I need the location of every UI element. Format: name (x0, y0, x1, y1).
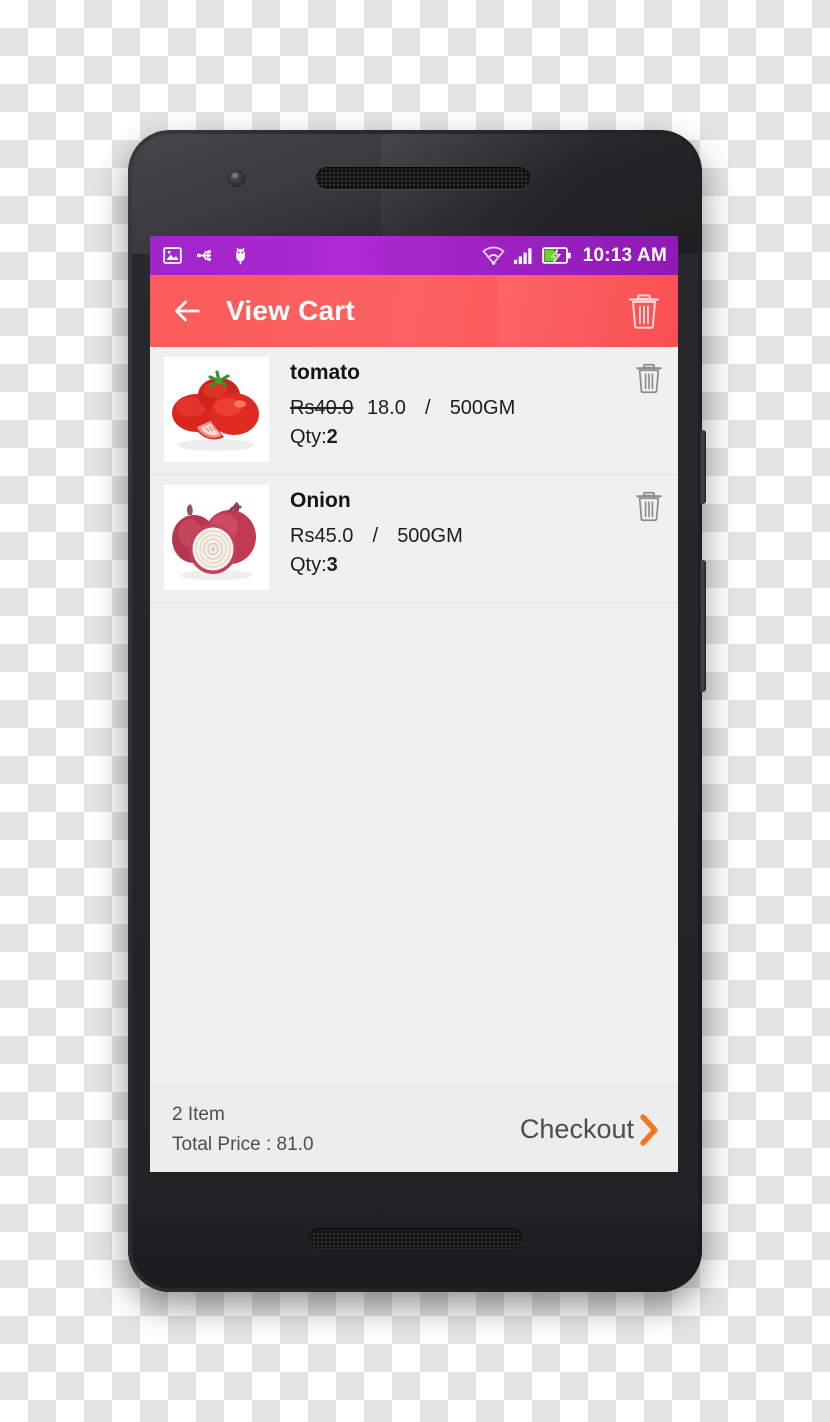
status-bar-clock: 10:13 AM (582, 244, 667, 266)
product-name: tomato (290, 361, 360, 384)
product-quantity: Qty:3 (290, 554, 666, 577)
wifi-icon (481, 246, 505, 265)
cart-item-list: tomato Rs40.0 18.0 / 500GM Qty:2 Onion R… (150, 347, 678, 603)
product-price: Rs45.0 / 500GM (290, 525, 666, 548)
image-icon (163, 247, 182, 264)
cart-summary: 2 Item Total Price : 81.0 (172, 1100, 314, 1159)
usb-icon (196, 250, 212, 262)
qty-label: Qty: (290, 554, 327, 577)
product-new-price: Rs45.0 (290, 525, 354, 548)
product-quantity: Qty:2 (290, 426, 666, 449)
checkout-button[interactable]: Checkout (520, 1113, 662, 1147)
price-separator: / (372, 525, 379, 548)
delete-item-trash-icon[interactable] (634, 361, 664, 395)
onion-image (164, 485, 269, 590)
product-thumbnail (164, 485, 269, 590)
qty-value: 2 (326, 426, 338, 449)
checkout-bar: 2 Item Total Price : 81.0 Checkout (150, 1086, 678, 1172)
delete-item-trash-icon[interactable] (634, 489, 664, 523)
total-price: Total Price : 81.0 (172, 1133, 314, 1155)
phone-screen: 10:13 AM View Cart tomato Rs40.0 18.0 / … (150, 236, 678, 1172)
status-bar-right-icons: 10:13 AM (481, 244, 667, 267)
battery-charging-icon (541, 247, 571, 264)
item-count: 2 Item (172, 1104, 225, 1126)
product-old-price: Rs40.0 (290, 397, 354, 420)
front-camera-icon (228, 170, 245, 187)
tomato-image (164, 357, 269, 462)
status-bar: 10:13 AM (150, 236, 678, 275)
earpiece-speaker-grille (316, 167, 530, 189)
qty-value: 3 (326, 554, 338, 577)
bottom-speaker-grille (308, 1228, 522, 1248)
volume-button[interactable] (700, 560, 706, 692)
android-debug-icon (236, 248, 245, 265)
power-button[interactable] (700, 430, 706, 504)
status-bar-left-icons (162, 245, 251, 266)
product-new-price: 18.0 (366, 397, 406, 420)
table-row[interactable]: Onion Rs45.0 / 500GM Qty:3 (150, 475, 678, 603)
product-details: Onion Rs45.0 / 500GM Qty:3 (269, 485, 666, 590)
chevron-right-icon (640, 1113, 658, 1146)
table-row[interactable]: tomato Rs40.0 18.0 / 500GM Qty:2 (150, 347, 678, 475)
product-unit: 500GM (397, 525, 463, 548)
back-arrow-icon[interactable] (170, 294, 204, 328)
product-price: Rs40.0 18.0 / 500GM (290, 397, 666, 420)
qty-label: Qty: (290, 426, 327, 449)
product-details: tomato Rs40.0 18.0 / 500GM Qty:2 (269, 357, 666, 462)
checkout-label: Checkout (519, 1114, 634, 1144)
product-name: Onion (290, 489, 351, 512)
app-bar: View Cart (150, 275, 678, 347)
signal-icon (513, 248, 532, 265)
product-thumbnail (164, 357, 269, 462)
delete-all-trash-icon[interactable] (626, 291, 662, 331)
page-title: View Cart (226, 295, 355, 326)
product-unit: 500GM (449, 397, 516, 420)
price-separator: / (425, 397, 431, 420)
